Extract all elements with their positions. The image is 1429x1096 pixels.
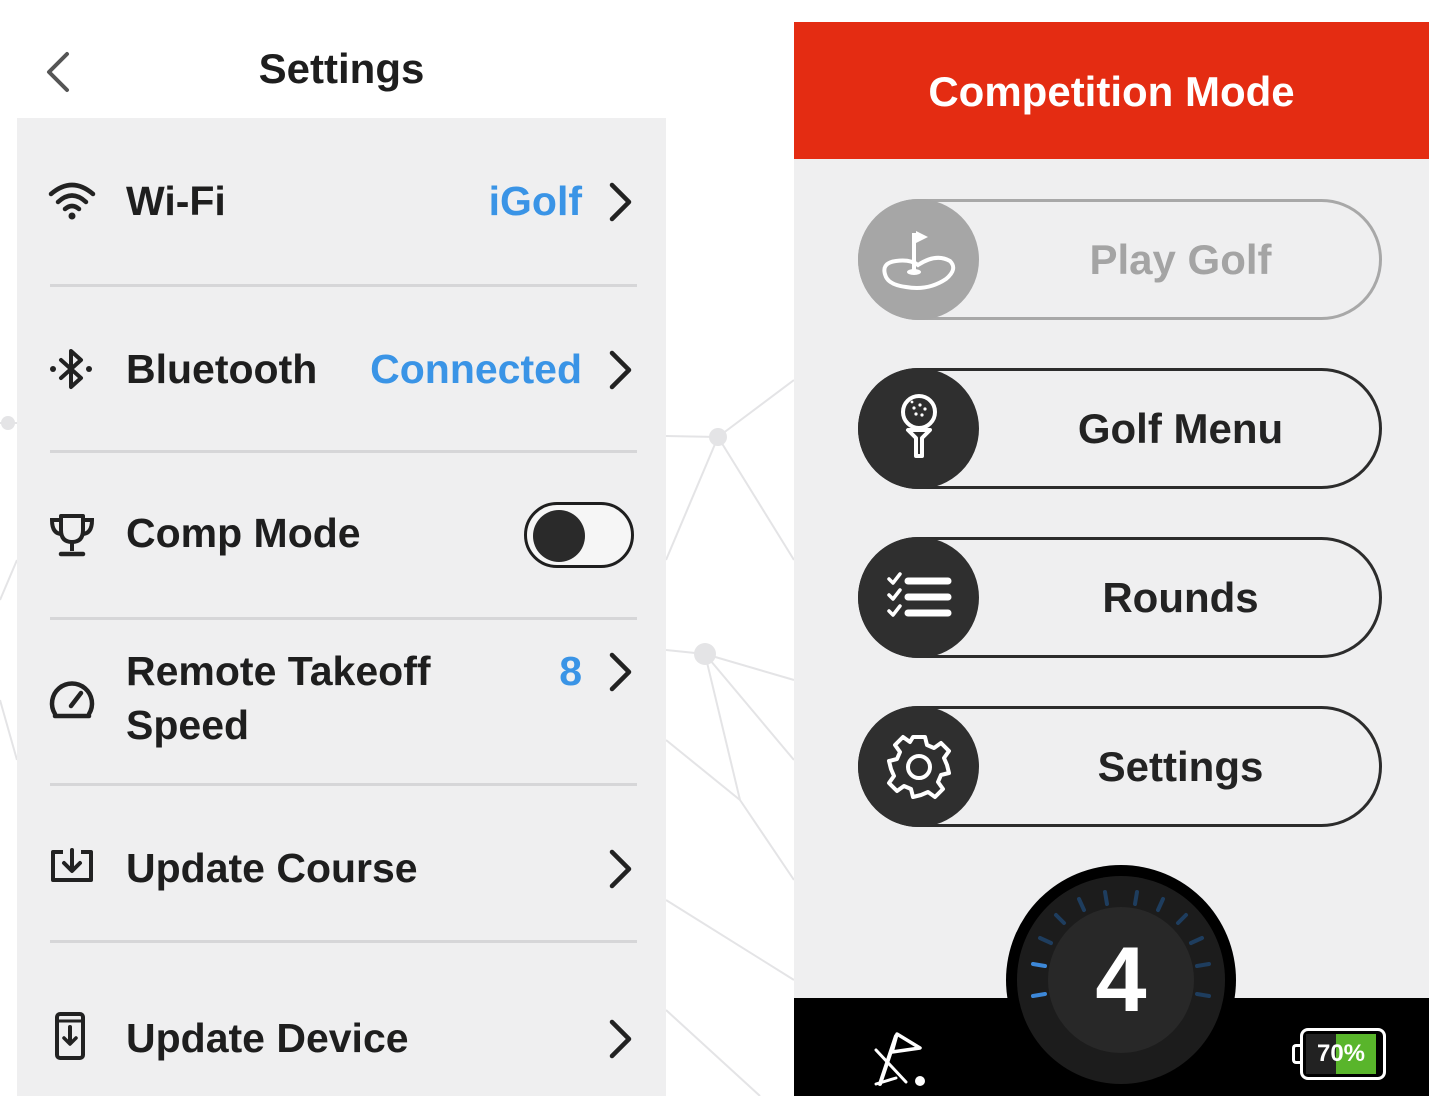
rounds-label: Rounds (1102, 574, 1259, 621)
settings-button[interactable]: Settings (858, 706, 1382, 827)
golf-menu-label: Golf Menu (1077, 405, 1284, 452)
competition-mode-header: Competition Mode (794, 22, 1429, 159)
golf-ball-tee-icon (858, 368, 979, 489)
page-title: Settings (258, 45, 425, 92)
putting-green-flag-icon (858, 199, 979, 320)
comp-mode-label: Comp Mode (126, 510, 361, 556)
battery-percent: 70% (1316, 1040, 1366, 1067)
wifi-network-value: iGolf (488, 178, 582, 224)
golf-flag-icon[interactable] (870, 1026, 930, 1090)
settings-row-update-device[interactable]: Update Device (17, 943, 666, 1096)
bluetooth-label: Bluetooth (126, 346, 318, 392)
settings-row-remote-takeoff-speed[interactable]: Remote Takeoff Speed 8 (17, 620, 666, 784)
trophy-icon (47, 510, 97, 560)
hole-dial[interactable]: 4 (1006, 865, 1236, 1096)
settings-row-bluetooth[interactable]: Bluetooth Connected (17, 287, 666, 451)
chevron-right-icon (605, 348, 635, 392)
competition-mode-title: Competition Mode (928, 68, 1295, 115)
checklist-icon (858, 537, 979, 658)
phone-download-icon (47, 1011, 97, 1061)
download-box-icon (47, 842, 97, 892)
chevron-right-icon (605, 650, 635, 694)
battery-indicator: 70% (1292, 1028, 1388, 1080)
golf-menu-button[interactable]: Golf Menu (858, 368, 1382, 489)
settings-row-wifi[interactable]: Wi-Fi iGolf (17, 118, 666, 284)
settings-panel: Settings Wi-Fi iGolf Bluetooth Connected… (17, 22, 666, 1096)
comp-mode-toggle[interactable] (524, 502, 634, 568)
play-golf-button[interactable]: Play Golf (858, 199, 1382, 320)
hole-number: 4 (1095, 929, 1147, 1031)
update-course-label: Update Course (126, 845, 418, 891)
remote-takeoff-label-line2: Speed (126, 702, 250, 748)
gear-icon (858, 706, 979, 827)
bluetooth-status-value: Connected (370, 346, 582, 392)
speedometer-icon (47, 676, 97, 726)
bluetooth-icon (47, 344, 97, 394)
remote-takeoff-label: Remote Takeoff (126, 648, 431, 694)
chevron-right-icon (605, 847, 635, 891)
settings-header: Settings (17, 22, 666, 118)
chevron-right-icon (605, 1017, 635, 1061)
update-device-label: Update Device (126, 1015, 409, 1061)
play-golf-label: Play Golf (1089, 236, 1272, 283)
settings-menu-label: Settings (1097, 743, 1264, 790)
competition-mode-panel: Competition Mode Play Golf Golf Menu Rou… (794, 22, 1429, 1096)
settings-row-update-course[interactable]: Update Course (17, 786, 666, 940)
wifi-icon (47, 176, 97, 226)
wifi-label: Wi-Fi (126, 178, 226, 224)
rounds-button[interactable]: Rounds (858, 537, 1382, 658)
chevron-right-icon (605, 180, 635, 224)
remote-takeoff-speed-value: 8 (559, 648, 582, 694)
toggle-knob (533, 510, 585, 562)
